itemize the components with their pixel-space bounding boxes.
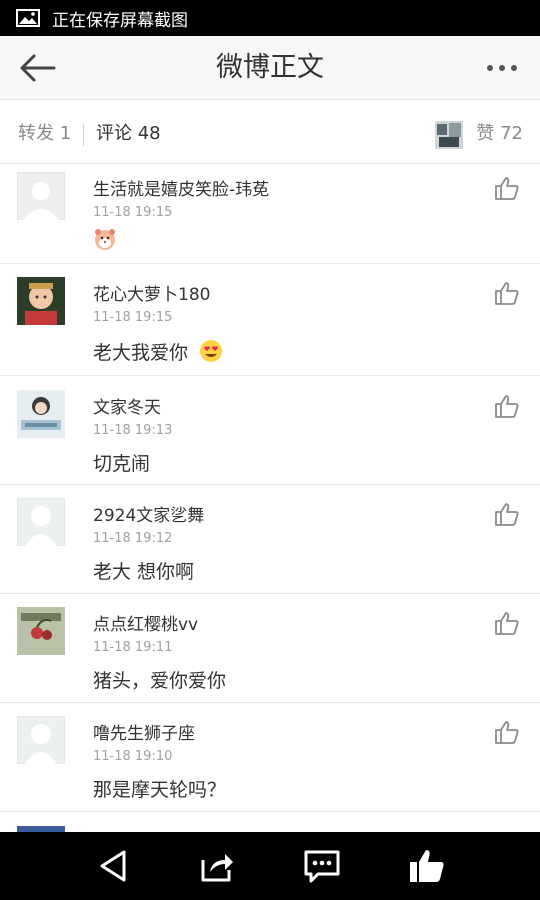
comment-text: 切克闹 <box>93 453 151 475</box>
image-icon <box>16 9 40 27</box>
comment-time: 11-18 19:10 <box>93 749 173 764</box>
thumb-up-icon[interactable] <box>494 719 520 745</box>
comment-item[interactable] <box>0 812 540 832</box>
bottom-action-bar <box>0 832 540 900</box>
tab-repost[interactable]: 转发 1 <box>18 104 71 164</box>
thumb-up-icon[interactable] <box>494 501 520 527</box>
avatar-placeholder[interactable] <box>17 716 65 764</box>
comment-author[interactable]: 点点红樱桃vv <box>93 610 198 635</box>
comment-author[interactable]: 2924文家乷舞 <box>93 501 204 526</box>
tab-comment[interactable]: 评论 48 <box>96 104 161 164</box>
page-title: 微博正文 <box>216 52 324 83</box>
user-avatar[interactable] <box>17 277 65 325</box>
comment-text: 老大我爱你 <box>93 342 189 364</box>
comment-time: 11-18 19:15 <box>93 205 173 220</box>
avatar-placeholder[interactable] <box>17 498 65 546</box>
comment-author[interactable]: 文家冬天 <box>93 393 161 418</box>
comment-text: 猪头，爱你爱你 <box>93 670 227 692</box>
comment-item[interactable]: 生活就是嬉皮笑脸-玮莬 11-18 19:15 <box>0 165 540 264</box>
tab-divider <box>83 124 84 146</box>
status-bar: 正在保存屏幕截图 <box>0 0 540 36</box>
comment-time: 11-18 19:12 <box>93 531 173 546</box>
user-avatar[interactable] <box>17 390 65 438</box>
hamster-emoji <box>95 229 115 250</box>
comment-item[interactable]: 花心大萝卜180 11-18 19:15 老大我爱你 <box>0 264 540 376</box>
heart-eyes-emoji <box>200 340 222 362</box>
back-triangle-icon[interactable] <box>94 846 134 886</box>
title-bar: 微博正文 <box>0 36 540 100</box>
comment-item[interactable]: 点点红樱桃vv 11-18 19:11 猪头，爱你爱你 <box>0 594 540 703</box>
thumb-up-icon[interactable] <box>494 393 520 419</box>
thumb-up-icon[interactable] <box>494 280 520 306</box>
comment-text: 那是摩天轮吗？ <box>93 779 227 801</box>
comment-time: 11-18 19:11 <box>93 640 173 655</box>
comment-author[interactable]: 花心大萝卜180 <box>93 280 210 305</box>
like-icon[interactable] <box>407 846 447 886</box>
comment-item[interactable]: 文家冬天 11-18 19:13 切克闹 <box>0 376 540 485</box>
more-dots-icon[interactable] <box>484 56 520 80</box>
comment-item[interactable]: 噜先生狮子座 11-18 19:10 那是摩天轮吗？ <box>0 703 540 812</box>
thumb-up-icon[interactable] <box>494 175 520 201</box>
comment-time: 11-18 19:15 <box>93 310 173 325</box>
liker-avatar <box>435 121 463 149</box>
comment-item[interactable]: 2924文家乷舞 11-18 19:12 老大 想你啊 <box>0 485 540 594</box>
avatar-placeholder[interactable] <box>17 172 65 220</box>
comment-author[interactable]: 噜先生狮子座 <box>93 719 195 744</box>
comment-time: 11-18 19:13 <box>93 423 173 438</box>
comment-icon[interactable] <box>302 846 342 886</box>
status-text: 正在保存屏幕截图 <box>52 10 188 31</box>
comment-list[interactable]: 生活就是嬉皮笑脸-玮莬 11-18 19:15 花心大萝卜180 11-18 1… <box>0 165 540 832</box>
comment-author[interactable]: 生活就是嬉皮笑脸-玮莬 <box>93 175 269 200</box>
tab-likes[interactable]: 赞 72 <box>476 104 523 164</box>
user-avatar[interactable] <box>17 607 65 655</box>
comment-text: 老大 想你啊 <box>93 561 195 583</box>
thumb-up-icon[interactable] <box>494 610 520 636</box>
share-icon[interactable] <box>197 846 237 886</box>
